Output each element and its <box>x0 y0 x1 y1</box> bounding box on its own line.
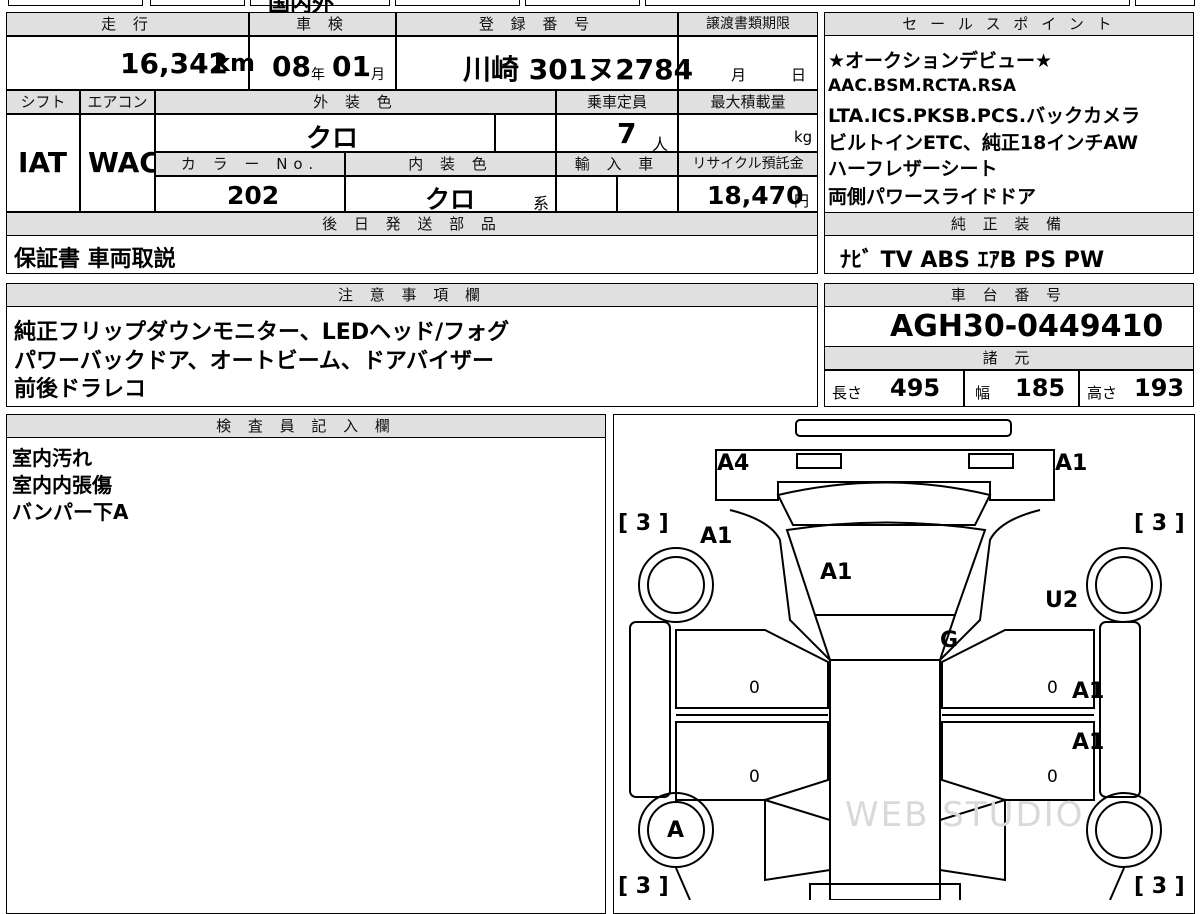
mark-lr-door-zero: 0 <box>749 767 760 787</box>
left-rear-door <box>675 721 829 801</box>
rear-quarter-left <box>764 798 831 882</box>
mark-tire-rl: [ 3 ] <box>618 874 669 899</box>
wheel-rr-inner <box>1095 801 1153 859</box>
mark-tire-fr: [ 3 ] <box>1134 511 1185 536</box>
headlight-left <box>796 453 842 469</box>
front-bumper-shape <box>795 419 1012 437</box>
wheel-fl-outer <box>638 547 714 623</box>
roof-shape <box>829 659 941 900</box>
mark-left-fender: A1 <box>700 524 733 549</box>
mark-tire-rr: [ 3 ] <box>1134 874 1185 899</box>
right-rocker <box>1099 621 1141 798</box>
wheel-fr-outer <box>1086 547 1162 623</box>
mark-left-rear-wheel: A <box>667 818 685 843</box>
mark-right-rear-door: A1 <box>1072 730 1105 755</box>
mark-front-right-corner: A1 <box>1055 451 1088 476</box>
windshield-shape <box>785 521 987 616</box>
mark-tire-fl: [ 3 ] <box>618 511 669 536</box>
left-rocker <box>629 621 671 798</box>
hood-shape <box>776 481 992 526</box>
mark-front-left-corner: A4 <box>717 451 750 476</box>
front-pillar-line <box>814 614 956 661</box>
mark-rr-door-zero: 0 <box>1047 767 1058 787</box>
wheel-fr-inner <box>1095 556 1153 614</box>
wheel-rr-outer <box>1086 792 1162 868</box>
car-diagram <box>629 419 1162 900</box>
mark-right-fender: U2 <box>1045 588 1079 613</box>
front-body-outline <box>715 449 1055 501</box>
watermark: WEB STUDIO <box>845 795 1085 835</box>
mark-windshield: A1 <box>820 560 853 585</box>
wheel-fl-inner <box>647 556 705 614</box>
mark-roof: G <box>940 628 959 653</box>
mark-rf-door-zero: 0 <box>1047 678 1058 698</box>
body-right-side <box>939 509 1041 900</box>
mark-right-front-door: A1 <box>1072 679 1105 704</box>
rear-bumper-shape <box>809 883 961 900</box>
headlight-right <box>968 453 1014 469</box>
mark-lf-door-zero: 0 <box>749 678 760 698</box>
body-left-side <box>729 509 831 900</box>
